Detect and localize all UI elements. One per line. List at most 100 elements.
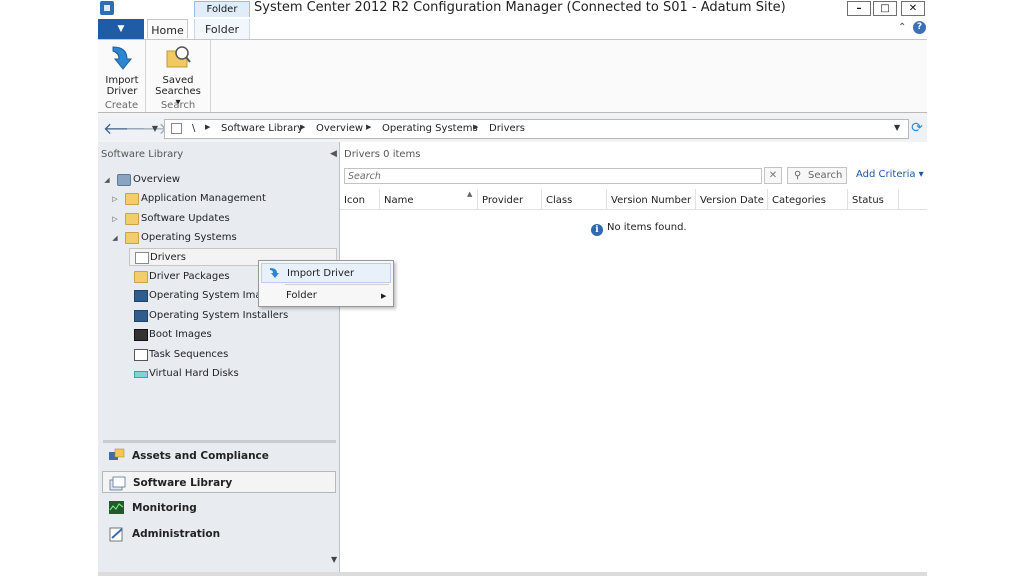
navigation-pane: Software Library ◀ ◢ Overview ▷ Applicat… (98, 142, 340, 576)
search-button-label: Search (808, 170, 843, 181)
menu-separator (285, 284, 389, 285)
monitoring-icon (109, 501, 124, 514)
tree-item-software-updates[interactable]: ▷ Software Updates (111, 210, 311, 228)
breadcrumb-operating-systems[interactable]: Operating Systems (382, 123, 478, 134)
minimize-ribbon-icon[interactable]: ⌃ (898, 22, 906, 33)
workspace-label: Administration (132, 528, 221, 540)
tree-item-overview[interactable]: ◢ Overview (103, 171, 303, 189)
clear-search-button[interactable]: ✕ (764, 167, 782, 184)
folder-icon (125, 193, 139, 205)
workspace-assets-and-compliance[interactable]: Assets and Compliance (102, 445, 336, 467)
menu-item-label: Folder (286, 290, 317, 301)
ribbon-group-search: Saved Searches ▾ Search (146, 40, 211, 112)
status-bar (98, 572, 927, 576)
import-driver-icon (270, 268, 279, 278)
collapsed-arrow-icon[interactable]: ▷ (111, 190, 119, 208)
saved-searches-button[interactable]: Saved Searches ▾ (152, 43, 204, 108)
column-header-row: Icon Name ▲ Provider Class Version Numbe… (340, 189, 927, 210)
tree-item-boot-images[interactable]: Boot Images (134, 326, 334, 344)
import-driver-button[interactable]: Import Driver (102, 43, 142, 97)
refresh-icon[interactable]: ⟳ (909, 120, 925, 136)
app-window: Folder Tools System Center 2012 R2 Confi… (98, 0, 927, 576)
folder-tools-context-tab: Folder Tools (194, 1, 250, 30)
minimize-button[interactable]: – (847, 1, 871, 16)
breadcrumb-drivers[interactable]: Drivers (489, 123, 525, 134)
workspace-label: Assets and Compliance (132, 450, 269, 462)
expand-arrow-icon[interactable]: ◢ (111, 229, 119, 247)
menu-item-folder[interactable]: Folder ▶ (261, 286, 391, 306)
tree-item-virtual-hard-disks[interactable]: Virtual Hard Disks (134, 365, 334, 383)
chevron-right-icon[interactable]: ▶ (205, 123, 210, 131)
saved-searches-icon (163, 43, 193, 73)
software-library-icon (109, 476, 126, 491)
empty-state: i No items found. (591, 222, 687, 236)
chevron-right-icon[interactable]: ▶ (473, 123, 478, 131)
boot-images-icon (134, 329, 148, 341)
collapse-pane-icon[interactable]: ◀ (330, 149, 337, 159)
breadcrumb-overview[interactable]: Overview (316, 123, 363, 134)
ribbon: Import Driver Create Saved Searches ▾ Se… (98, 40, 927, 113)
add-criteria-link[interactable]: Add Criteria ▾ (856, 169, 924, 180)
tab-folder[interactable]: Folder (194, 19, 250, 39)
forward-arrow-icon[interactable]: 🡒 (125, 120, 168, 138)
scroll-down-icon[interactable]: ▼ (331, 555, 337, 564)
tab-home[interactable]: Home (147, 19, 188, 39)
tree-item-label: Driver Packages (149, 271, 230, 282)
tree-item-label: Software Updates (141, 213, 230, 224)
workspace-administration[interactable]: Administration (102, 523, 336, 545)
os-images-icon (134, 290, 148, 302)
overview-icon (117, 174, 131, 186)
os-installers-icon (134, 310, 148, 322)
column-version-number[interactable]: Version Number (607, 189, 696, 209)
create-group-label: Create (104, 100, 139, 111)
help-icon[interactable]: ? (913, 21, 926, 34)
chevron-right-icon[interactable]: ▶ (366, 123, 371, 131)
chevron-right-icon[interactable]: ▶ (300, 123, 305, 131)
tree-item-application-management[interactable]: ▷ Application Management (111, 190, 311, 208)
app-icon[interactable] (100, 1, 114, 15)
sort-ascending-icon: ▲ (467, 190, 473, 198)
workspace-splitter[interactable] (103, 440, 336, 443)
workspace-monitoring[interactable]: Monitoring (102, 497, 336, 519)
breadcrumb-root[interactable]: \ (192, 123, 195, 134)
workspace-software-library[interactable]: Software Library (102, 471, 336, 493)
column-class[interactable]: Class (542, 189, 607, 209)
tree-item-operating-systems[interactable]: ◢ Operating Systems (111, 229, 311, 247)
back-arrow-icon[interactable]: 🡐 (103, 120, 146, 138)
restore-button[interactable]: □ (873, 1, 897, 16)
nav-pane-title: Software Library (101, 149, 184, 160)
menu-item-import-driver[interactable]: Import Driver (261, 263, 391, 283)
column-provider[interactable]: Provider (478, 189, 542, 209)
collapsed-arrow-icon[interactable]: ▷ (111, 210, 119, 228)
folder-icon (125, 232, 139, 244)
task-sequences-icon (134, 349, 148, 361)
console-root-icon (171, 123, 182, 134)
expand-arrow-icon[interactable]: ◢ (103, 171, 111, 189)
tree-item-os-installers[interactable]: Operating System Installers (134, 307, 334, 325)
column-version-date[interactable]: Version Date (696, 189, 768, 209)
close-button[interactable]: ✕ (901, 1, 925, 16)
search-group-label: Search (160, 100, 196, 111)
search-input[interactable]: Search (344, 168, 762, 184)
column-status[interactable]: Status (848, 189, 899, 209)
submenu-arrow-icon: ▶ (381, 292, 387, 300)
results-pane: Drivers 0 items Search ✕ ⚲ Search Add Cr… (340, 142, 927, 576)
search-icon: ⚲ (794, 170, 802, 181)
assets-icon (109, 448, 125, 460)
column-categories[interactable]: Categories (768, 189, 848, 209)
column-name[interactable]: Name ▲ (380, 189, 478, 209)
drivers-icon (135, 252, 149, 264)
folder-icon (134, 271, 148, 283)
tree-item-task-sequences[interactable]: Task Sequences (134, 346, 334, 364)
breadcrumb[interactable]: \ ▶ Software Library ▶ Overview ▶ Operat… (164, 119, 909, 139)
breadcrumb-software-library[interactable]: Software Library (221, 123, 303, 134)
search-placeholder: Search (348, 171, 381, 182)
tree-item-label: Task Sequences (149, 349, 229, 360)
address-dropdown-icon[interactable]: ▼ (894, 123, 900, 132)
app-menu-button[interactable]: ▼ (98, 19, 144, 39)
column-icon[interactable]: Icon (340, 189, 380, 209)
ribbon-tab-bar: ▼ Home Folder ⌃ ? (98, 17, 927, 40)
search-button[interactable]: ⚲ Search (787, 167, 847, 184)
tree-item-label: Application Management (141, 193, 266, 204)
history-dropdown-icon[interactable]: ▼ (146, 120, 164, 138)
